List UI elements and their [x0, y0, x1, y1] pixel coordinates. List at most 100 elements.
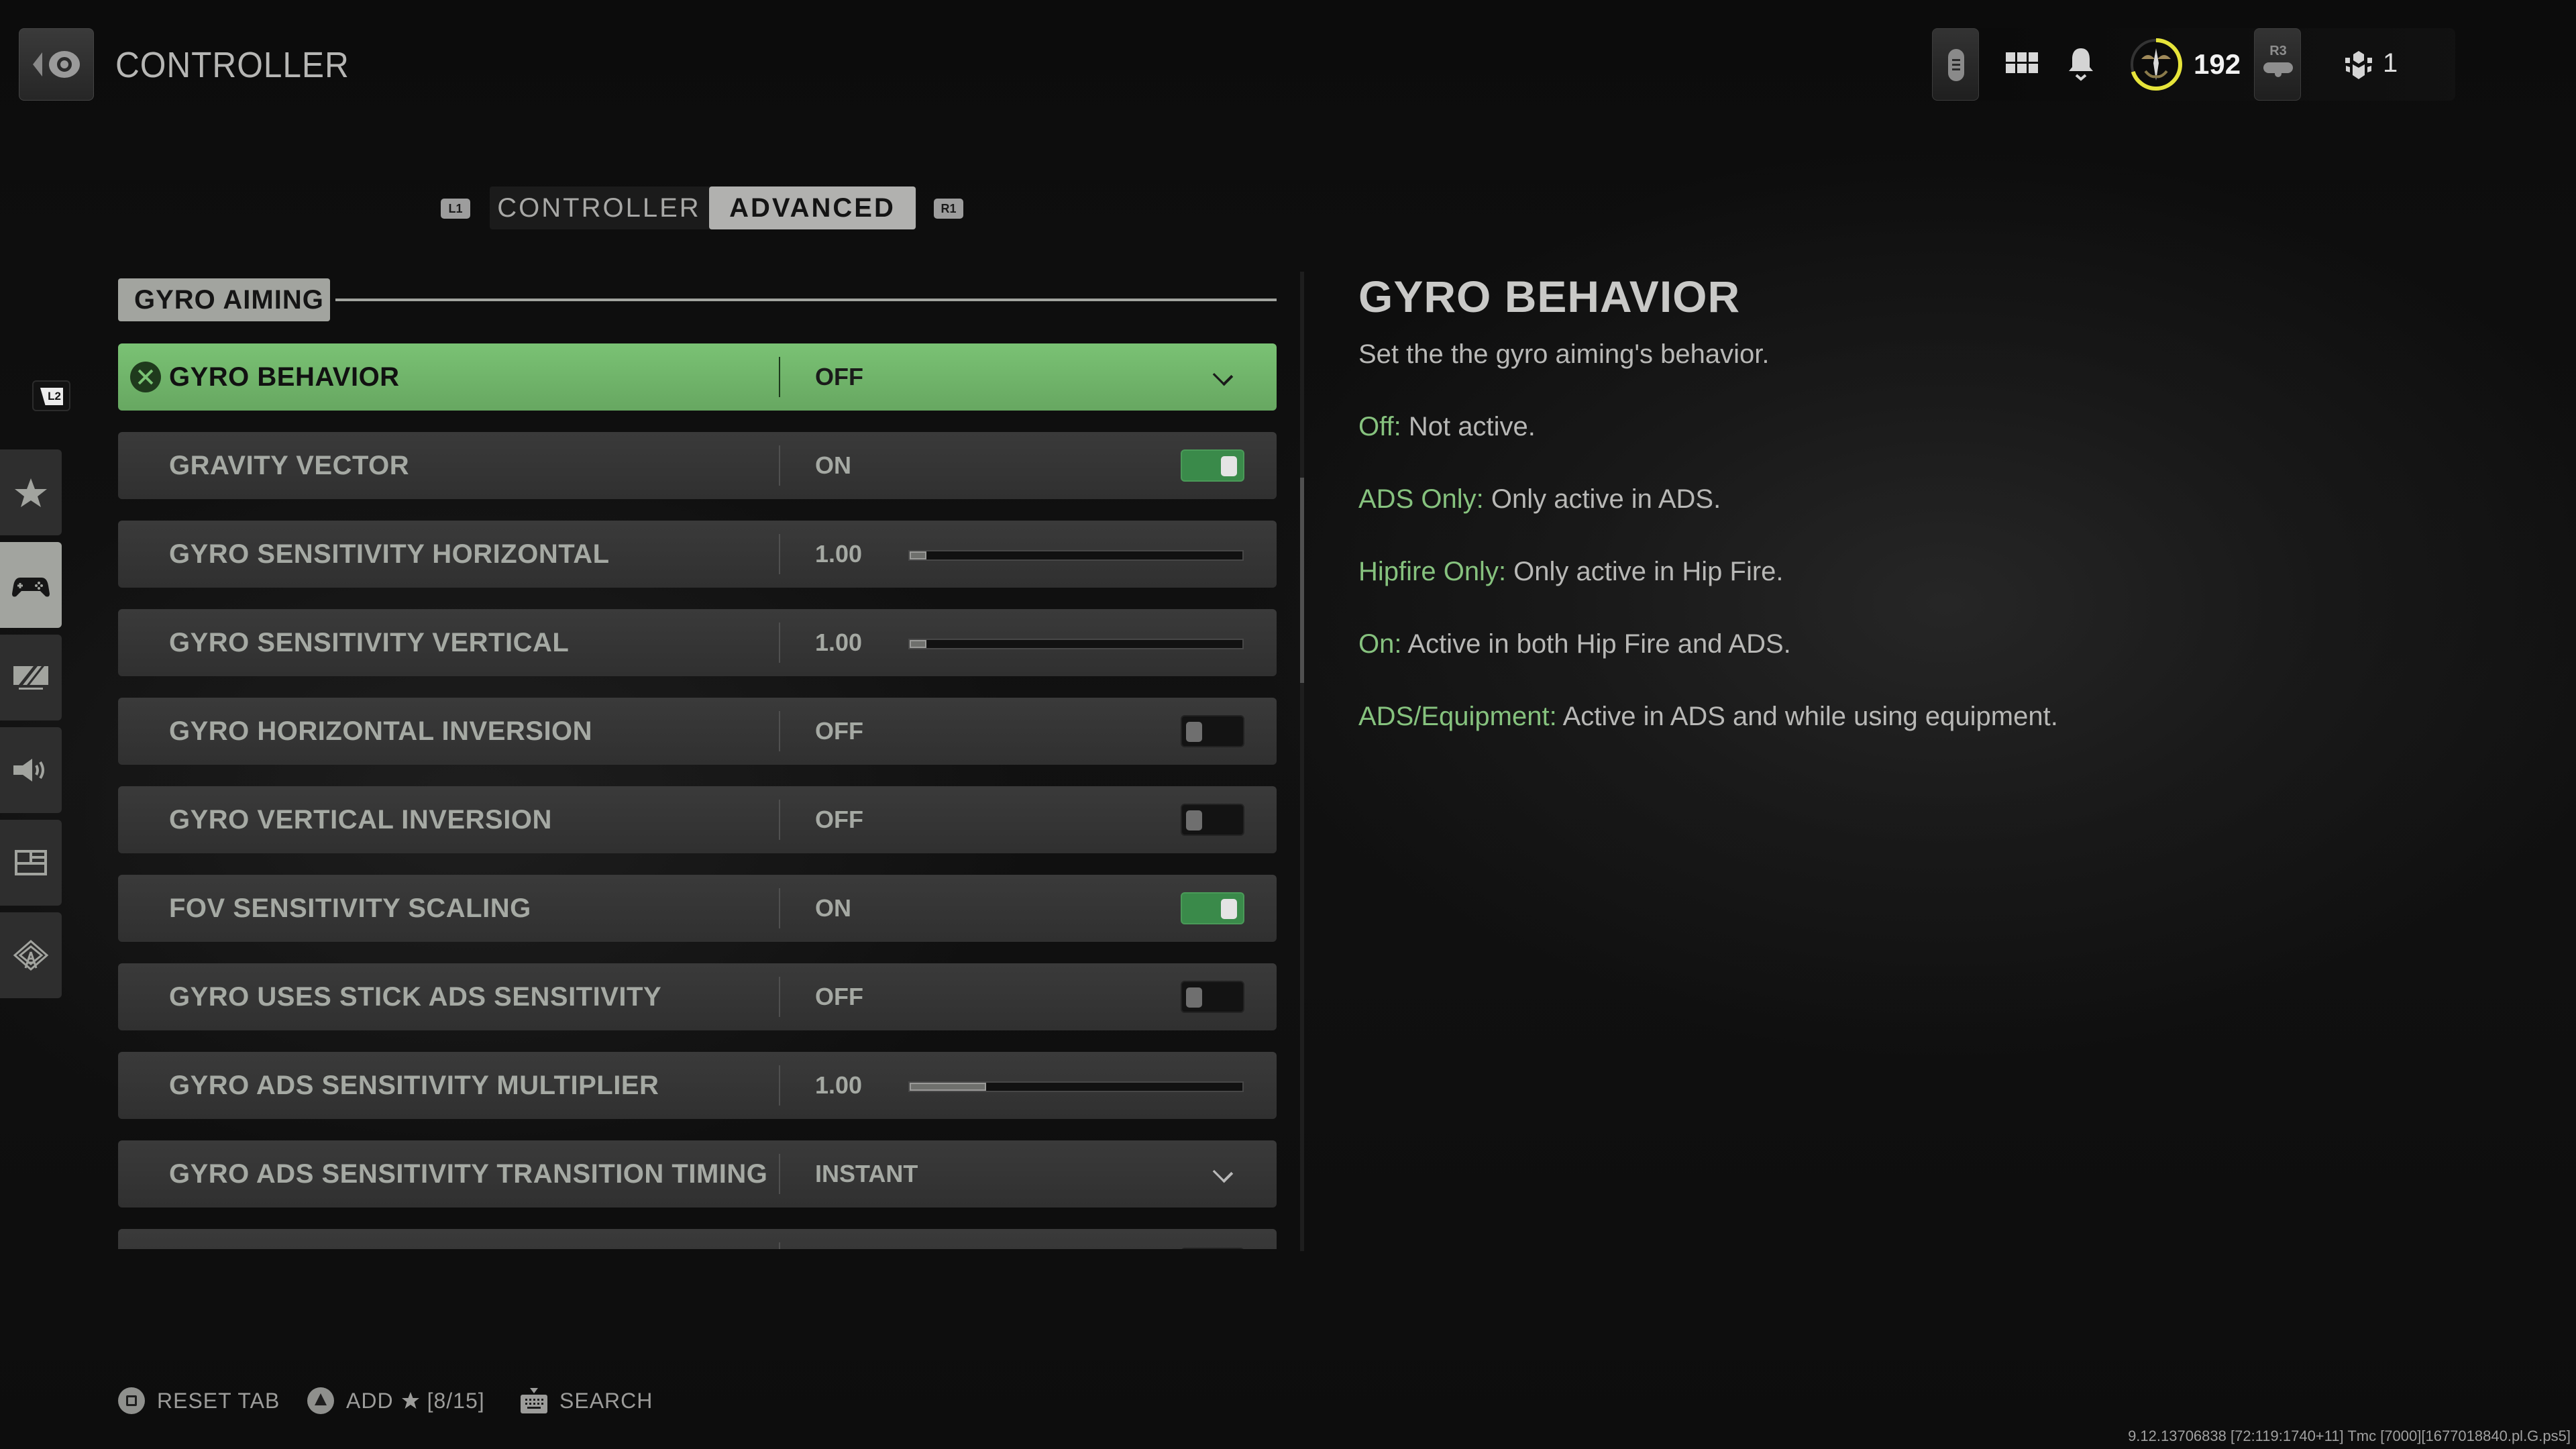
search-button[interactable]: SEARCH [521, 1385, 653, 1417]
toggle-knob [1186, 987, 1202, 1008]
search-label: SEARCH [559, 1388, 653, 1413]
description-intro: Set the the gyro aiming's behavior. [1358, 339, 1770, 369]
setting-value: ON [815, 894, 851, 922]
option-key: Off: [1358, 412, 1401, 441]
speaker-icon [13, 759, 44, 782]
setting-label: GRAVITY VECTOR [169, 451, 410, 480]
option-key: On: [1358, 629, 1402, 659]
menu-button[interactable] [1932, 28, 1979, 101]
interface-icon [15, 850, 47, 875]
setting-divider [779, 1154, 780, 1194]
option-key: Hipfire Only: [1358, 557, 1507, 586]
setting-label: GYRO ADS SENSITIVITY MULTIPLIER [169, 1071, 659, 1100]
cross-button-icon [130, 362, 161, 392]
setting-value: INSTANT [815, 1160, 918, 1187]
setting-value: OFF [815, 806, 863, 833]
scrollbar-track[interactable] [1300, 272, 1304, 1251]
r3-button[interactable]: R3 [2254, 28, 2301, 101]
option-text: Active in both Hip Fire and ADS. [1401, 629, 1791, 659]
display-icon [13, 666, 48, 690]
tab-controller[interactable]: CONTROLLER [490, 186, 708, 229]
rank-badge-icon[interactable] [2128, 36, 2184, 93]
setting-label: GYRO SENSITIVITY VERTICAL [169, 628, 570, 657]
l1-bumper-hint[interactable]: L1 [441, 199, 470, 219]
slider-fill[interactable] [910, 640, 926, 648]
setting-divider [779, 1065, 780, 1106]
sidebar-item-favorites[interactable] [0, 449, 62, 535]
chevron-left-icon [33, 52, 42, 76]
bell-icon[interactable] [2066, 47, 2096, 82]
toggle-knob [1186, 810, 1202, 830]
setting-row[interactable]: FOV SENSITIVITY SCALING ON [118, 875, 1277, 942]
slider-track[interactable] [908, 1081, 1244, 1092]
setting-row[interactable]: GYRO BEHAVIOR OFF [118, 343, 1277, 411]
toggle-switch[interactable] [1181, 981, 1244, 1013]
setting-value: ON [815, 451, 851, 479]
sidebar-item-graphics[interactable] [0, 635, 62, 720]
keyboard-icon [521, 1388, 547, 1413]
setting-divider [779, 623, 780, 663]
slider-track[interactable] [908, 639, 1244, 649]
settings-list: GYRO BEHAVIOR OFF GRAVITY VECTOR ON GYRO SEN… [118, 343, 1277, 1249]
setting-row[interactable]: GYRO ADS SENSITIVITY MULTIPLIER 1.00 [118, 1052, 1277, 1119]
setting-divider [779, 800, 780, 840]
l2-trigger-hint[interactable]: L2 [32, 380, 70, 411]
chevron-down-icon[interactable] [1212, 365, 1234, 386]
setting-row[interactable]: GYRO ADS SENSITIVITY TRANSITION TIMING IN… [118, 1140, 1277, 1208]
toggle-knob [1186, 722, 1202, 742]
description-option: ADS/Equipment: Active in ADS and while u… [1358, 702, 2058, 732]
setting-value: 1.00 [815, 629, 863, 656]
option-key: ADS/Equipment: [1358, 702, 1557, 731]
toggle-switch[interactable] [1181, 892, 1244, 924]
circle-button-icon [49, 51, 80, 78]
setting-row[interactable]: GYRO USES STICK ADS SENSITIVITY OFF [118, 963, 1277, 1030]
description-option: Hipfire Only: Only active in Hip Fire. [1358, 557, 1784, 587]
toggle-switch[interactable] [1181, 1248, 1244, 1249]
slider-track[interactable] [908, 550, 1244, 561]
reset-tab-label: RESET TAB [157, 1388, 280, 1413]
toggle-switch[interactable] [1181, 449, 1244, 482]
setting-row[interactable]: GYRO VERTICAL INVERSION OFF [118, 786, 1277, 853]
reset-tab-button[interactable]: RESET TAB [118, 1385, 280, 1417]
party-icon[interactable] [2344, 50, 2373, 80]
setting-value: 1.00 [815, 540, 863, 568]
sidebar-item-interface[interactable] [0, 820, 62, 906]
section-header-gyro-aiming: GYRO AIMING [118, 278, 330, 321]
option-text: Not active. [1401, 412, 1536, 441]
tab-advanced[interactable]: ADVANCED [709, 186, 916, 229]
setting-label: FOV SENSITIVITY SCALING [169, 894, 531, 923]
back-button[interactable] [19, 28, 94, 101]
scrollbar-thumb[interactable] [1300, 477, 1304, 684]
sidebar-item-controller[interactable] [0, 542, 62, 628]
triangle-button-icon [307, 1387, 334, 1414]
slider-fill[interactable] [910, 1083, 987, 1091]
setting-divider [779, 357, 780, 397]
touchpad-icon [1948, 49, 1964, 81]
toggle-switch[interactable] [1181, 715, 1244, 747]
setting-row[interactable]: GYRO HORIZONTAL INVERSION OFF [118, 698, 1277, 765]
description-option: On: Active in both Hip Fire and ADS. [1358, 629, 1791, 659]
setting-row[interactable]: GYRO SENSITIVITY HORIZONTAL 1.00 [118, 521, 1277, 588]
setting-row[interactable]: GYRO SENSITIVITY VERTICAL 1.00 [118, 609, 1277, 676]
option-text: Only active in ADS. [1483, 484, 1721, 514]
star-icon [15, 478, 47, 507]
toggle-knob [1221, 899, 1237, 919]
sidebar-item-audio[interactable] [0, 727, 62, 813]
setting-row[interactable]: GRAVITY VECTOR ON [118, 432, 1277, 499]
setting-row[interactable] [118, 1229, 1277, 1249]
toggle-switch[interactable] [1181, 804, 1244, 836]
add-favorite-button[interactable]: ADD [8/15] [307, 1385, 485, 1417]
description-title: GYRO BEHAVIOR [1358, 272, 1741, 321]
sidebar-item-network[interactable] [0, 912, 62, 998]
option-text: Active in ADS and while using equipment. [1556, 702, 2058, 731]
chevron-down-icon[interactable] [1212, 1162, 1234, 1183]
setting-label: GYRO ADS SENSITIVITY TRANSITION TIMING [169, 1159, 768, 1189]
gamepad-icon [12, 578, 50, 597]
grid-icon[interactable] [2006, 52, 2038, 75]
r1-bumper-hint[interactable]: R1 [934, 199, 963, 219]
description-option: ADS Only: Only active in ADS. [1358, 484, 1721, 515]
network-icon [13, 940, 49, 971]
setting-label: GYRO SENSITIVITY HORIZONTAL [169, 539, 610, 569]
setting-divider [779, 977, 780, 1017]
slider-fill[interactable] [910, 551, 926, 559]
